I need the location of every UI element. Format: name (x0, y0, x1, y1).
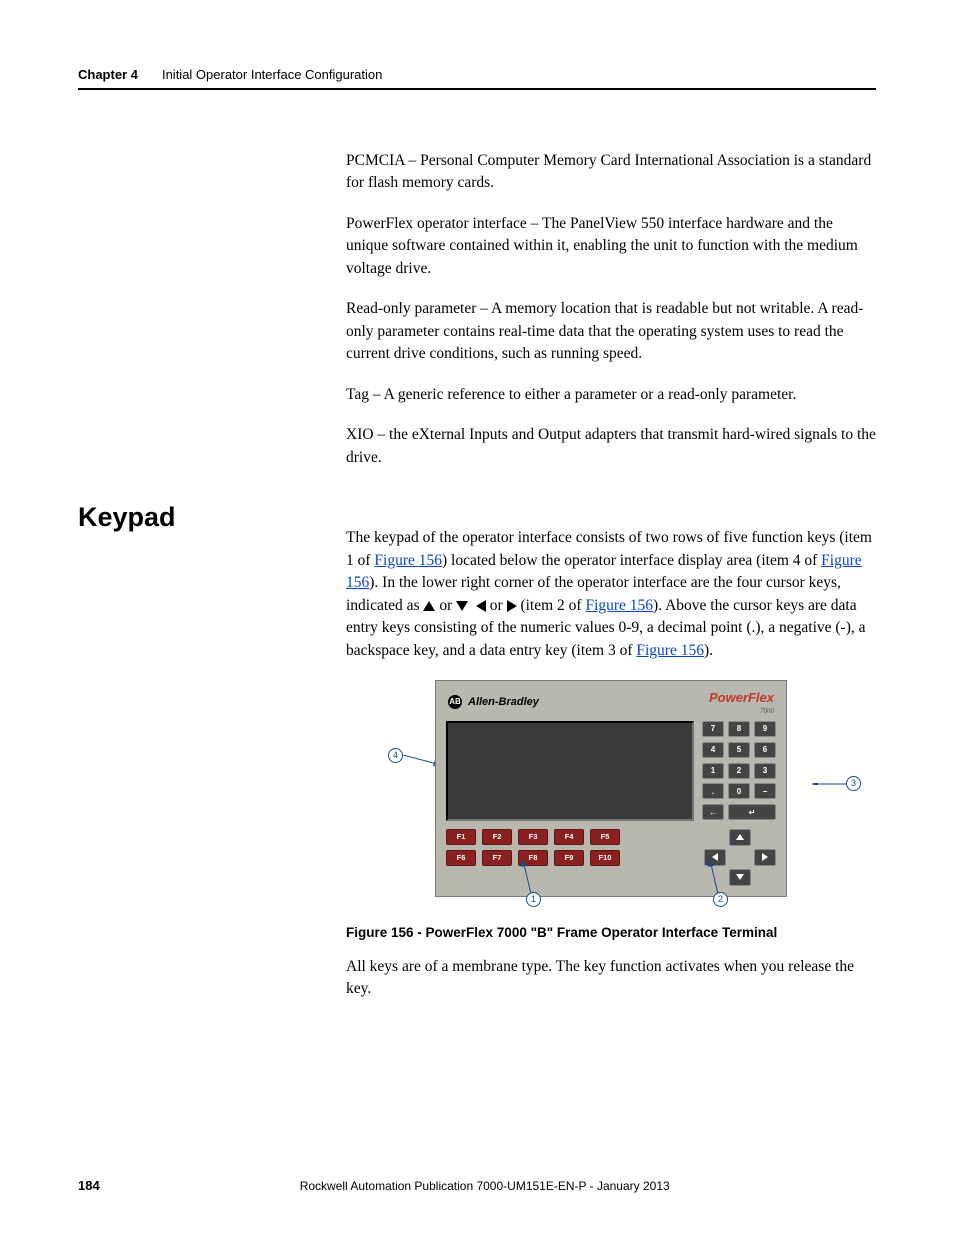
callout-1: 1 (526, 892, 541, 907)
text-fragment: ) located below the operator interface d… (442, 552, 821, 569)
callout-line (521, 860, 533, 894)
bottom-key-row: F1 F2 F3 F4 F5 F6 F7 F8 F9 F10 (446, 821, 776, 886)
down-arrow-icon (456, 601, 468, 611)
up-arrow-icon (736, 834, 744, 840)
key-f3: F3 (518, 829, 548, 845)
keypad-paragraph: The keypad of the operator interface con… (346, 527, 876, 662)
glossary-powerflex: PowerFlex operator interface – The Panel… (346, 213, 876, 280)
left-column: Keypad (78, 150, 346, 1019)
allen-bradley-logo: AB Allen-Bradley (448, 695, 539, 709)
key-f6: F6 (446, 850, 476, 866)
publication-info: Rockwell Automation Publication 7000-UM1… (300, 1179, 670, 1193)
powerflex-logo: PowerFlex 7000 (709, 689, 774, 715)
figure-link[interactable]: Figure 156 (636, 642, 704, 659)
right-arrow-icon (507, 600, 517, 612)
key-8: 8 (728, 721, 750, 737)
cursor-right (754, 849, 776, 866)
key-f5: F5 (590, 829, 620, 845)
text-fragment: or (486, 597, 507, 614)
glossary-readonly: Read-only parameter – A memory location … (346, 298, 876, 365)
key-f1: F1 (446, 829, 476, 845)
cursor-up (729, 829, 751, 846)
glossary-pcmcia: PCMCIA – Personal Computer Memory Card I… (346, 150, 876, 195)
cursor-down (729, 869, 751, 886)
product-text: Power (709, 690, 748, 705)
key-minus: − (754, 783, 776, 799)
product-sub: 7000 (709, 707, 774, 715)
figure-link[interactable]: Figure 156 (374, 552, 442, 569)
key-4: 4 (702, 742, 724, 758)
display-screen (446, 721, 694, 821)
numeric-keypad: 7 8 9 4 5 6 1 2 3 . 0 − ← ↵ (702, 721, 776, 821)
key-enter: ↵ (728, 804, 776, 820)
key-3: 3 (754, 763, 776, 779)
panel-mid-row: 7 8 9 4 5 6 1 2 3 . 0 − ← ↵ (446, 721, 776, 821)
key-f4: F4 (554, 829, 584, 845)
page-number: 184 (78, 1178, 100, 1193)
callout-line (812, 783, 846, 785)
up-arrow-icon (423, 601, 435, 611)
key-f2: F2 (482, 829, 512, 845)
page-header: Chapter 4 Initial Operator Interface Con… (78, 67, 876, 90)
key-f7: F7 (482, 850, 512, 866)
content-area: Keypad PCMCIA – Personal Computer Memory… (78, 150, 876, 1019)
glossary-tag: Tag – A generic reference to either a pa… (346, 384, 876, 406)
right-arrow-icon (762, 853, 768, 861)
chapter-title: Initial Operator Interface Configuration (162, 67, 382, 82)
operator-interface-panel: AB Allen-Bradley PowerFlex 7000 7 8 9 4 (435, 680, 787, 897)
text-fragment: ). (704, 642, 713, 659)
callout-line (708, 860, 720, 894)
product-text-flex: Flex (748, 690, 774, 705)
function-keys: F1 F2 F3 F4 F5 F6 F7 F8 F9 F10 (446, 821, 686, 866)
ab-icon: AB (448, 695, 462, 709)
key-f9: F9 (554, 850, 584, 866)
key-f10: F10 (590, 850, 620, 866)
text-fragment: or (435, 597, 456, 614)
right-column: PCMCIA – Personal Computer Memory Card I… (346, 150, 876, 1019)
figure-156: 4 3 AB Allen-Bradley PowerFlex 7000 (346, 680, 876, 897)
text-fragment: (item 2 of (517, 597, 586, 614)
callout-2: 2 (713, 892, 728, 907)
page-footer: 184 Rockwell Automation Publication 7000… (78, 1178, 876, 1193)
key-backspace: ← (702, 804, 724, 820)
key-9: 9 (754, 721, 776, 737)
brand-text: Allen-Bradley (468, 696, 539, 708)
left-arrow-icon (476, 600, 486, 612)
callout-3: 3 (846, 776, 861, 791)
key-5: 5 (728, 742, 750, 758)
key-2: 2 (728, 763, 750, 779)
key-dot: . (702, 783, 724, 799)
down-arrow-icon (736, 874, 744, 880)
glossary-xio: XIO – the eXternal Inputs and Output ada… (346, 424, 876, 469)
key-1: 1 (702, 763, 724, 779)
chapter-label: Chapter 4 (78, 67, 138, 82)
callout-4: 4 (388, 748, 403, 763)
figure-caption: Figure 156 - PowerFlex 7000 "B" Frame Op… (346, 925, 876, 940)
figure-link[interactable]: Figure 156 (585, 597, 653, 614)
panel-header: AB Allen-Bradley PowerFlex 7000 (446, 689, 776, 721)
section-heading-keypad: Keypad (78, 502, 346, 533)
key-6: 6 (754, 742, 776, 758)
key-0: 0 (728, 783, 750, 799)
closing-paragraph: All keys are of a membrane type. The key… (346, 956, 876, 1001)
key-7: 7 (702, 721, 724, 737)
